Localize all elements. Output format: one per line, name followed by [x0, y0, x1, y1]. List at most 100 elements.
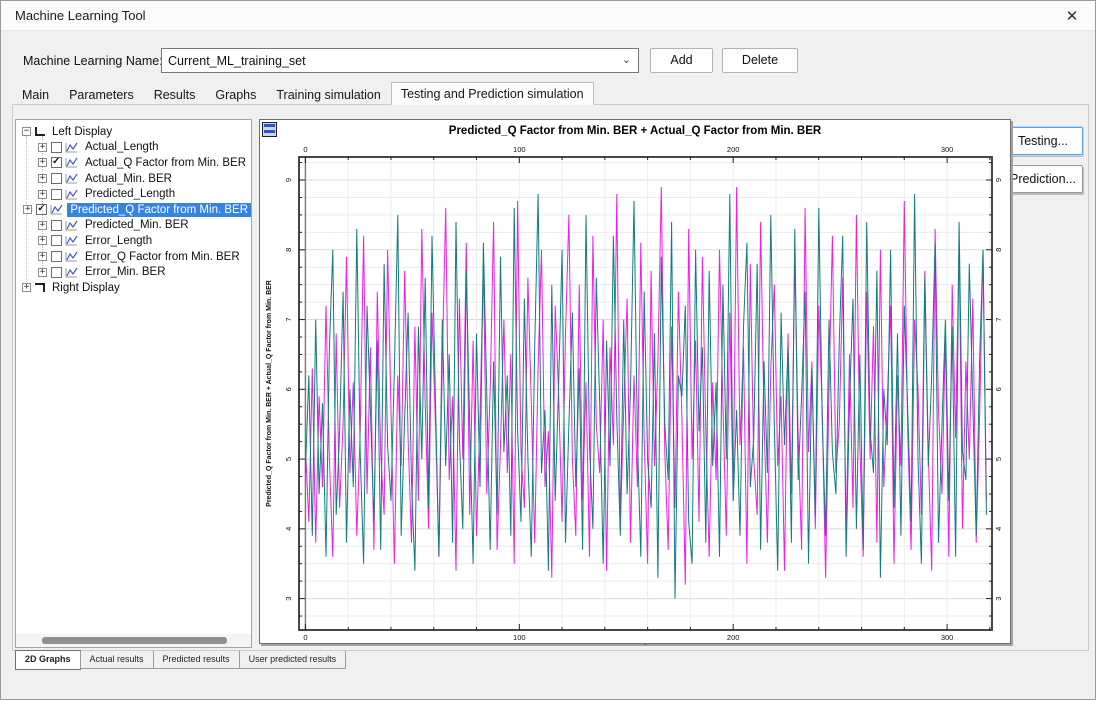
tree-item-error-length[interactable]: + Error_Length — [16, 233, 251, 249]
svg-text:2: 2 — [643, 644, 648, 646]
tree-item-predicted-min-ber[interactable]: + Predicted_Min. BER — [16, 218, 251, 234]
svg-text:7: 7 — [284, 317, 293, 321]
line-chart-icon — [65, 173, 78, 184]
line-chart: 00100100200200300300334455667788992Predi… — [260, 120, 1012, 645]
title-bar: Machine Learning Tool ✕ — [1, 1, 1095, 31]
window-title: Machine Learning Tool — [15, 8, 146, 23]
series-checkbox[interactable]: ✓ — [51, 157, 62, 168]
expand-icon[interactable]: + — [38, 190, 47, 199]
series-checkbox[interactable] — [51, 173, 62, 184]
tab-training-simulation[interactable]: Training simulation — [266, 84, 390, 105]
tree-item-right-display[interactable]: + Right Display — [16, 280, 251, 296]
tab-testing-and-prediction-simulation[interactable]: Testing and Prediction simulation — [391, 82, 594, 105]
tree-item-left-display[interactable]: − Left Display — [16, 124, 251, 140]
line-chart-icon — [65, 220, 78, 231]
svg-text:5: 5 — [284, 457, 293, 461]
tree-item-actual-length[interactable]: + Actual_Length — [16, 140, 251, 156]
tree-item-label: Right Display — [49, 281, 123, 295]
ml-name-combobox[interactable]: ⌄ — [161, 48, 639, 73]
delete-button[interactable]: Delete — [722, 48, 798, 73]
prediction-button[interactable]: Prediction... — [1003, 165, 1083, 193]
expand-icon[interactable]: + — [38, 236, 47, 245]
series-checkbox[interactable] — [51, 267, 62, 278]
line-chart-icon — [50, 204, 63, 215]
expand-icon[interactable]: + — [38, 268, 47, 277]
collapse-icon[interactable]: − — [22, 127, 31, 136]
tree-item-actual-min-ber[interactable]: + Actual_Min. BER — [16, 171, 251, 187]
svg-text:Predicted_Q Factor from Min. B: Predicted_Q Factor from Min. BER + Actua… — [266, 280, 273, 507]
series-tree: −Left Display+Actual_Length+✓Actual_Q Fa… — [16, 120, 251, 296]
tree-item-label: Predicted_Q Factor from Min. BER — [67, 203, 251, 217]
tree-item-label: Error_Length — [82, 234, 155, 248]
series-checkbox[interactable] — [51, 142, 62, 153]
svg-text:0: 0 — [303, 145, 307, 154]
chevron-down-icon[interactable]: ⌄ — [622, 53, 631, 66]
tree-item-label: Actual_Length — [82, 140, 162, 154]
series-checkbox[interactable] — [51, 251, 62, 262]
svg-text:300: 300 — [941, 633, 954, 642]
tree-item-label: Actual_Q Factor from Min. BER — [82, 156, 249, 170]
tree-item-error-q-factor-from-min-ber[interactable]: + Error_Q Factor from Min. BER — [16, 249, 251, 265]
tree-item-predicted-length[interactable]: + Predicted_Length — [16, 186, 251, 202]
series-checkbox[interactable] — [51, 189, 62, 200]
svg-text:8: 8 — [284, 248, 293, 252]
svg-text:3: 3 — [994, 597, 1003, 601]
svg-text:200: 200 — [727, 145, 740, 154]
tree-item-label: Left Display — [49, 125, 115, 139]
expand-icon[interactable]: + — [38, 158, 47, 167]
close-icon[interactable]: ✕ — [1061, 6, 1083, 28]
line-chart-icon — [65, 142, 78, 153]
svg-text:9: 9 — [284, 178, 293, 182]
svg-text:6: 6 — [284, 387, 293, 391]
svg-text:6: 6 — [994, 387, 1003, 391]
svg-text:0: 0 — [303, 633, 307, 642]
axes-right-icon — [35, 283, 45, 292]
line-chart-icon — [65, 235, 78, 246]
svg-text:100: 100 — [513, 633, 526, 642]
chart-title: Predicted_Q Factor from Min. BER + Actua… — [260, 125, 1010, 137]
expand-icon[interactable]: + — [23, 205, 32, 214]
line-chart-icon — [65, 267, 78, 278]
expand-icon[interactable]: + — [38, 221, 47, 230]
tree-item-error-min-ber[interactable]: +Error_Min. BER — [16, 264, 251, 280]
expand-icon[interactable]: + — [38, 252, 47, 261]
bottom-tab-2d-graphs[interactable]: 2D Graphs — [15, 650, 81, 670]
line-chart-icon — [65, 189, 78, 200]
tree-item-label: Actual_Min. BER — [82, 172, 175, 186]
tab-parameters[interactable]: Parameters — [59, 84, 144, 105]
machine-learning-tool-dialog: Machine Learning Tool ✕ Machine Learning… — [0, 0, 1096, 700]
bottom-tab-predicted-results[interactable]: Predicted results — [153, 651, 240, 669]
tree-item-label: Error_Q Factor from Min. BER — [82, 250, 243, 264]
tree-item-label: Predicted_Min. BER — [82, 218, 192, 232]
svg-text:5: 5 — [994, 457, 1003, 461]
horizontal-scrollbar[interactable] — [16, 634, 251, 647]
bottom-tab-actual-results[interactable]: Actual results — [80, 651, 154, 669]
tree-item-actual-q-factor-from-min-ber[interactable]: + ✓ Actual_Q Factor from Min. BER — [16, 155, 251, 171]
ml-name-label: Machine Learning Name: — [23, 54, 163, 68]
expand-icon[interactable]: + — [38, 143, 47, 152]
ml-name-input[interactable] — [162, 49, 614, 72]
main-tab-strip: MainParametersResultsGraphsTraining simu… — [12, 82, 1089, 105]
svg-text:3: 3 — [284, 597, 293, 601]
testing-button[interactable]: Testing... — [1003, 127, 1083, 155]
tree-item-predicted-q-factor-from-min-ber[interactable]: +✓Predicted_Q Factor from Min. BER — [16, 202, 251, 218]
svg-text:4: 4 — [994, 527, 1003, 531]
svg-text:100: 100 — [513, 145, 526, 154]
tree-item-label: Predicted_Length — [82, 187, 178, 201]
expand-icon[interactable]: + — [38, 174, 47, 183]
tab-results[interactable]: Results — [144, 84, 206, 105]
series-checkbox[interactable] — [51, 220, 62, 231]
svg-text:4: 4 — [284, 527, 293, 531]
series-checkbox[interactable] — [51, 235, 62, 246]
svg-text:7: 7 — [994, 317, 1003, 321]
scrollbar-thumb[interactable] — [42, 637, 227, 644]
series-tree-panel: −Left Display+Actual_Length+✓Actual_Q Fa… — [15, 119, 252, 648]
tab-graphs[interactable]: Graphs — [205, 84, 266, 105]
line-chart-icon — [65, 157, 78, 168]
svg-text:300: 300 — [941, 145, 954, 154]
add-button[interactable]: Add — [650, 48, 713, 73]
tab-main[interactable]: Main — [12, 84, 59, 105]
expand-icon[interactable]: + — [22, 283, 31, 292]
svg-text:200: 200 — [727, 633, 740, 642]
bottom-tab-user-predicted-results[interactable]: User predicted results — [239, 651, 347, 669]
